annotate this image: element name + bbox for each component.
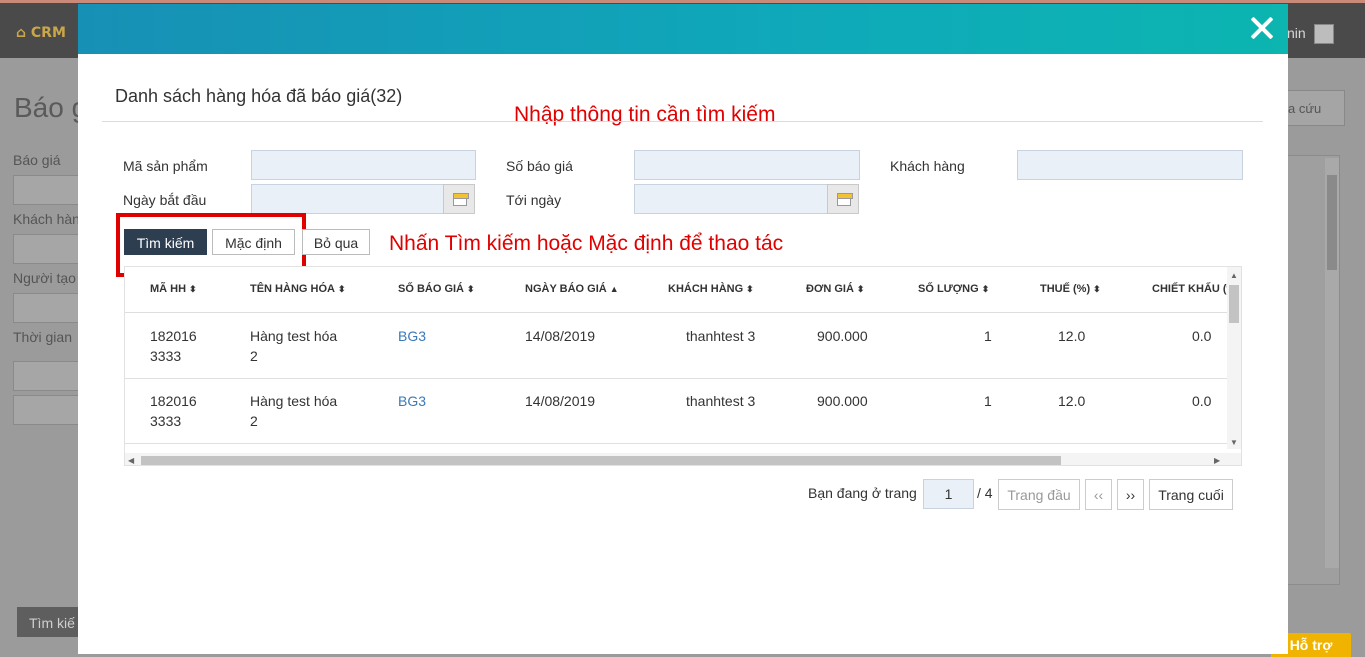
sort-icon: ⬍ [981, 284, 990, 294]
page-number-input[interactable]: 1 [923, 479, 974, 509]
hint-search-info: Nhập thông tin cần tìm kiếm [514, 103, 776, 126]
app-logo: ⌂ CRM [16, 25, 66, 41]
filter-field-quote[interactable] [13, 175, 83, 205]
app-logo-text: CRM [30, 25, 66, 41]
scroll-down-icon[interactable]: ▼ [1230, 438, 1238, 447]
cell-customer: thanhtest 3 [686, 393, 756, 409]
sort-icon: ⬍ [337, 284, 346, 294]
cell-discount: 0.0 [1192, 393, 1212, 409]
col-customer[interactable]: KHÁCH HÀNG ⬍ [668, 283, 754, 295]
cell-tax: 12.0 [1058, 328, 1086, 344]
avatar[interactable] [1314, 24, 1334, 44]
next-page-button[interactable]: ›› [1117, 479, 1144, 510]
filter-label-time: Thời gian [13, 329, 72, 345]
first-page-button[interactable]: Trang đầu [998, 479, 1080, 510]
cell-customer: thanhtest 3 [686, 328, 756, 344]
pager-label: Bạn đang ở trang [808, 485, 917, 501]
search-button[interactable]: Tìm kiếm [124, 229, 207, 255]
quote-no-input[interactable] [634, 150, 860, 180]
start-date-calendar-icon[interactable] [443, 184, 475, 214]
cell-code: 182016 3333 [150, 328, 197, 364]
sort-icon: ⬍ [189, 284, 197, 294]
col-tax[interactable]: THUẾ (%) ⬍ [1040, 283, 1101, 295]
col-quote-no[interactable]: SỐ BÁO GIÁ ⬍ [398, 283, 475, 295]
product-code-label: Mã sản phẩm [123, 158, 208, 174]
filter-field-creator[interactable] [13, 293, 83, 323]
product-code-input[interactable] [251, 150, 476, 180]
cell-date: 14/08/2019 [525, 393, 596, 409]
last-page-button[interactable]: Trang cuối [1149, 479, 1233, 510]
modal-title: Danh sách hàng hóa đã báo giá(32) [115, 86, 403, 106]
prev-page-button[interactable]: ‹‹ [1085, 479, 1112, 510]
start-date-label: Ngày bắt đầu [123, 192, 207, 208]
modal-divider [102, 121, 1263, 122]
cell-name: Hàng test hóa 2 [250, 393, 338, 429]
sort-icon: ⬍ [467, 284, 475, 294]
cell-price: 900.000 [817, 328, 868, 344]
lookup-button[interactable]: a cứu [1287, 90, 1345, 126]
sort-icon: ⬍ [1093, 284, 1101, 294]
col-code[interactable]: MÃ HH ⬍ [150, 283, 197, 295]
default-button[interactable]: Mặc định [212, 229, 295, 255]
sort-icon: ⬍ [856, 284, 865, 294]
table-row[interactable]: 182016 3333 Hàng test hóa 2 BG3 14/08/2019… [125, 379, 1227, 444]
filter-label-quote: Báo giá [13, 152, 61, 168]
cell-quote-link[interactable]: BG3 [398, 326, 426, 346]
end-date-label: Tới ngày [506, 192, 562, 208]
end-date-calendar-icon[interactable] [827, 184, 859, 214]
filter-field-customer[interactable] [13, 234, 83, 264]
background-scrollbar-thumb[interactable] [1327, 175, 1337, 270]
quoted-goods-modal: Danh sách hàng hóa đã báo giá(32) Nhập t… [78, 4, 1288, 654]
close-icon[interactable] [1250, 16, 1274, 40]
cell-price: 900.000 [817, 393, 868, 409]
hint-action: Nhấn Tìm kiếm hoặc Mặc định để thao tác [389, 232, 784, 255]
col-unit-price[interactable]: ĐƠN GIÁ ⬍ [806, 283, 864, 295]
scroll-up-icon[interactable]: ▲ [1230, 271, 1238, 280]
page-title: Báo g [14, 92, 88, 123]
modal-header [78, 4, 1288, 54]
pager-total: / 4 [977, 485, 993, 501]
sort-icon: ⬍ [746, 284, 754, 294]
cell-qty: 1 [984, 328, 992, 344]
table-horizontal-scroll-thumb[interactable] [141, 456, 1061, 465]
sort-asc-icon: ▲ [609, 284, 619, 294]
cell-date: 14/08/2019 [525, 328, 596, 344]
filter-label-customer: Khách hàn [13, 211, 80, 227]
filter-field-time-from[interactable] [13, 361, 83, 391]
cell-discount: 0.0 [1192, 328, 1212, 344]
cell-tax: 12.0 [1058, 393, 1086, 409]
col-name[interactable]: TÊN HÀNG HÓA ⬍ [250, 283, 346, 295]
quote-no-label: Số báo giá [506, 158, 573, 174]
cell-qty: 1 [984, 393, 992, 409]
end-date-input[interactable] [634, 184, 828, 214]
customer-label: Khách hàng [890, 158, 965, 174]
col-discount[interactable]: CHIẾT KHẤU (% [1152, 283, 1236, 295]
table-vertical-scroll-thumb[interactable] [1229, 285, 1239, 323]
customer-input[interactable] [1017, 150, 1243, 180]
filter-field-time-to[interactable] [13, 395, 83, 425]
cell-code: 182016 3333 [150, 393, 197, 429]
quoted-goods-table: MÃ HH ⬍ TÊN HÀNG HÓA ⬍ SỐ BÁO GIÁ ⬍ NGÀY BÁ… [124, 266, 1242, 466]
skip-button[interactable]: Bỏ qua [302, 229, 370, 255]
background-search-button[interactable]: Tìm kiế [17, 607, 87, 637]
col-quantity[interactable]: SỐ LƯỢNG ⬍ [918, 283, 989, 295]
cell-name: Hàng test hóa 2 [250, 328, 338, 364]
table-header: MÃ HH ⬍ TÊN HÀNG HÓA ⬍ SỐ BÁO GIÁ ⬍ NGÀY BÁ… [125, 267, 1236, 313]
cell-quote-link[interactable]: BG3 [398, 391, 426, 411]
col-quote-date[interactable]: NGÀY BÁO GIÁ ▲ [525, 283, 619, 295]
start-date-input[interactable] [251, 184, 444, 214]
scroll-left-icon[interactable]: ◀ [128, 456, 134, 465]
scroll-right-icon[interactable]: ▶ [1214, 456, 1220, 465]
user-name[interactable]: nin [1287, 25, 1306, 41]
table-row[interactable]: 182016 3333 Hàng test hóa 2 BG3 14/08/2019… [125, 314, 1227, 379]
filter-label-creator: Người tạo [13, 270, 76, 286]
